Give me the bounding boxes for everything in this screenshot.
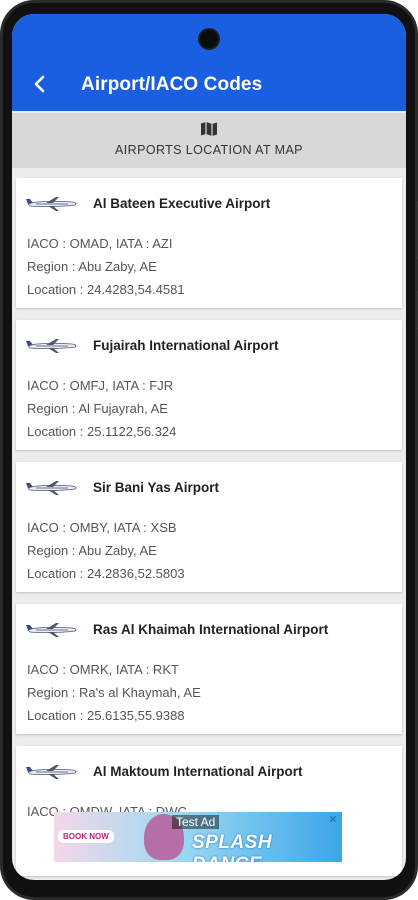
phone-frame: Airport/IACO Codes AIRPORTS LOCATION AT … <box>0 0 418 900</box>
back-arrow-icon <box>34 75 45 93</box>
ad-banner[interactable]: BOOK NOW Test Ad SPLASH DANCE ✕ <box>54 812 342 862</box>
airport-name: Al Bateen Executive Airport <box>93 196 271 211</box>
airplane-icon <box>26 623 77 637</box>
airport-codes: IACO : OMRK, IATA : RKT <box>27 662 179 677</box>
airport-location: Location : 25.6135,55.9388 <box>27 708 185 723</box>
airport-name: Ras Al Khaimah International Airport <box>93 622 329 637</box>
airplane-icon <box>26 339 77 353</box>
airport-codes: IACO : OMFJ, IATA : FJR <box>27 378 174 393</box>
airport-name: Fujairah International Airport <box>93 338 279 353</box>
airport-card[interactable]: Al Bateen Executive Airport IACO : OMAD,… <box>16 178 402 308</box>
ad-cta: BOOK NOW <box>58 830 114 843</box>
map-icon <box>201 122 217 136</box>
airport-location: Location : 24.2836,52.5803 <box>27 566 185 581</box>
airport-card[interactable]: Fujairah International Airport IACO : OM… <box>16 320 402 450</box>
airport-region: Region : Al Fujayrah, AE <box>27 401 168 416</box>
airport-codes: IACO : OMBY, IATA : XSB <box>27 520 177 535</box>
ad-badge: Test Ad <box>172 815 220 829</box>
airports-map-button[interactable]: AIRPORTS LOCATION AT MAP <box>12 113 406 168</box>
ad-headline: SPLASH DANCE <box>192 832 273 862</box>
back-button[interactable] <box>26 70 54 98</box>
map-banner-label: AIRPORTS LOCATION AT MAP <box>115 143 303 157</box>
app-bar: Airport/IACO Codes <box>12 14 406 111</box>
airport-location: Location : 24.4283,54.4581 <box>27 282 185 297</box>
airport-region: Region : Abu Zaby, AE <box>27 543 157 558</box>
airplane-icon <box>26 765 77 779</box>
close-icon[interactable]: ✕ <box>327 814 339 826</box>
page-title: Airport/IACO Codes <box>81 74 263 95</box>
camera-cutout <box>198 28 220 50</box>
airport-card[interactable]: Sir Bani Yas Airport IACO : OMBY, IATA :… <box>16 462 402 592</box>
airport-region: Region : Abu Zaby, AE <box>27 259 157 274</box>
airport-region: Region : Ra's al Khaymah, AE <box>27 685 201 700</box>
airport-name: Al Maktoum International Airport <box>93 764 303 779</box>
airport-card[interactable]: Ras Al Khaimah International Airport IAC… <box>16 604 402 734</box>
airplane-icon <box>26 481 77 495</box>
airport-name: Sir Bani Yas Airport <box>93 480 220 495</box>
airport-codes: IACO : OMAD, IATA : AZI <box>27 236 173 251</box>
screen: Airport/IACO Codes AIRPORTS LOCATION AT … <box>12 14 406 880</box>
airport-location: Location : 25.1122,56.324 <box>27 424 177 439</box>
airplane-icon <box>26 197 77 211</box>
